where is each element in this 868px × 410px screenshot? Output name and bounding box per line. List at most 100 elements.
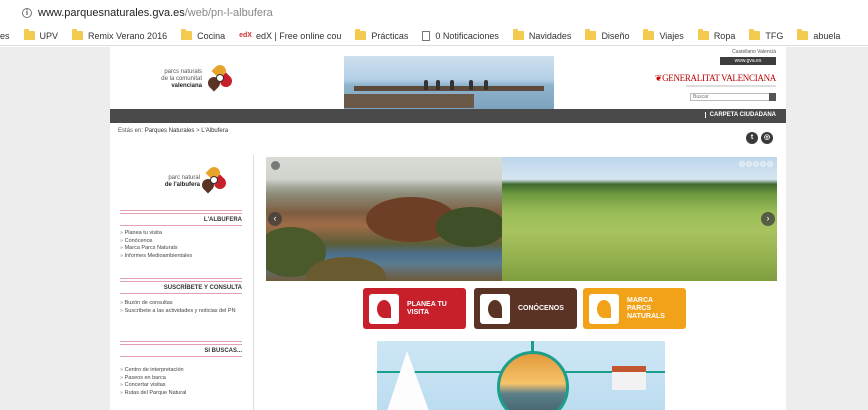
marca-parcs-naturals-button[interactable]: MARCA PARCS NATURALS — [583, 288, 686, 329]
generalitat-logo[interactable]: ❦GENERALITAT VALENCIANA — [655, 73, 776, 84]
section-sibuscas-heading: SI BUSCAS... — [120, 341, 242, 357]
pn-logo-text: parc natural de l'albufera — [144, 175, 200, 189]
bottom-banner[interactable] — [377, 341, 665, 410]
generalitat-text: GENERALITAT VALENCIANA — [662, 73, 776, 83]
barraca-image — [612, 366, 646, 390]
bookmark-label: Remix Verano 2016 — [88, 30, 168, 41]
search-input[interactable] — [690, 93, 770, 101]
gva-link[interactable]: www.gva.es — [720, 57, 776, 65]
folder-icon — [355, 29, 367, 40]
nav-bar: CARPETA CIUDADANA — [110, 109, 786, 123]
sunset-circle-image — [497, 351, 569, 410]
bookmark-item[interactable]: abuela — [797, 29, 841, 41]
link-centro[interactable]: Centro de interpretación — [120, 367, 242, 375]
bookmark-label: Diseño — [601, 30, 630, 41]
search-button[interactable] — [769, 93, 776, 101]
slider-dot[interactable] — [753, 161, 759, 167]
bookmark-item[interactable]: Prácticas — [355, 29, 408, 41]
bookmark-label: es — [0, 30, 10, 41]
logo-text: parcs naturals de la comunitat valencian… — [140, 69, 202, 90]
folder-icon — [643, 29, 655, 40]
folder-icon — [23, 29, 35, 40]
url-text[interactable]: www.parquesnaturales.gva.es/web/pn-l-alb… — [38, 7, 273, 19]
slider-dots[interactable] — [739, 161, 773, 167]
section-sibuscas-links: Centro de interpretación Paseos en barca… — [120, 367, 242, 397]
breadcrumb-separator: > — [196, 128, 200, 134]
bookmark-label: abuela — [813, 30, 841, 41]
info-icon[interactable]: i — [22, 8, 32, 18]
link-rutas[interactable]: Rutas del Parque Natural — [120, 390, 242, 398]
bookmark-label: TFG — [765, 30, 784, 41]
section-albufera-heading: L'ALBUFERA — [120, 210, 242, 226]
bookmark-item[interactable]: es — [0, 31, 10, 41]
slider-dot[interactable] — [767, 161, 773, 167]
link-paseos[interactable]: Paseos en barca — [120, 375, 242, 383]
folder-icon — [512, 29, 524, 40]
planea-tu-visita-button[interactable]: PLANEA TU VISITA — [363, 288, 466, 329]
bookmark-item[interactable]: Ropa — [697, 29, 735, 41]
carpeta-ciudadana-link[interactable]: CARPETA CIUDADANA — [704, 112, 776, 118]
slide-ricefield-image — [502, 157, 777, 281]
flower-icon — [369, 293, 399, 324]
bookmark-item[interactable]: Remix Verano 2016 — [72, 29, 168, 41]
breadcrumb: Estás en: Parques Naturales > L'Albufera — [118, 128, 228, 134]
pause-icon[interactable] — [271, 161, 280, 170]
logo-line1: parcs naturals — [164, 69, 202, 75]
slider-dot[interactable] — [739, 161, 745, 167]
flower-logo-icon — [205, 62, 235, 93]
bookmark-item[interactable]: edX edX | Free online cou — [239, 31, 341, 41]
link-marca[interactable]: Marca Parcs Naturals — [120, 245, 242, 253]
bookmark-item[interactable]: 0 Notificaciones — [422, 30, 499, 41]
slide-lagoon-image — [266, 157, 506, 281]
bookmark-item[interactable]: Diseño — [585, 29, 630, 41]
section-suscribete-heading: SUSCRÍBETE Y CONSULTA — [120, 278, 242, 294]
prev-arrow-icon[interactable]: ‹ — [268, 212, 282, 226]
bookmark-item[interactable]: Navidades — [512, 29, 571, 41]
sailboat-image — [387, 351, 429, 410]
folder-icon — [181, 29, 193, 40]
next-arrow-icon[interactable]: › — [761, 212, 775, 226]
link-concertar[interactable]: Concertar visitas — [120, 382, 242, 390]
bookmark-item[interactable]: Cocina — [181, 29, 226, 41]
conocenos-label: CONÓCENOS — [518, 304, 564, 312]
image-slider[interactable]: ‹ › — [266, 157, 777, 281]
bookmark-item[interactable]: UPV — [23, 29, 58, 41]
logo-line3: valenciana — [171, 83, 202, 89]
link-suscribete[interactable]: Suscríbete a las actividades y noticias … — [120, 308, 242, 316]
pn-line2: de l'albufera — [164, 182, 200, 188]
pn-albufera-logo[interactable]: parc natural de l'albufera — [120, 157, 242, 207]
slider-dot[interactable] — [746, 161, 752, 167]
link-planea[interactable]: Planea tu visita — [120, 230, 242, 238]
instagram-icon[interactable]: ◎ — [761, 132, 773, 144]
link-buzon[interactable]: Buzón de consultas — [120, 300, 242, 308]
edx-icon: edX — [239, 32, 252, 39]
bookmark-label: edX | Free online cou — [255, 30, 342, 41]
link-conocenos[interactable]: Conócenos — [120, 238, 242, 246]
flower-logo-icon — [199, 164, 229, 195]
bookmark-label: 0 Notificaciones — [435, 30, 499, 41]
generalitat-subline — [686, 85, 776, 87]
column-divider — [253, 155, 254, 410]
slider-dot[interactable] — [760, 161, 766, 167]
bookmark-label: Cocina — [197, 30, 226, 41]
sidebar: parc natural de l'albufera L'ALBUFERA Pl… — [120, 157, 242, 410]
parcs-naturals-logo[interactable]: parcs naturals de la comunitat valencian… — [140, 62, 250, 95]
bookmark-label: Viajes — [659, 30, 684, 41]
pn-line1: parc natural — [168, 175, 200, 181]
conocenos-button[interactable]: CONÓCENOS — [474, 288, 577, 329]
section-albufera-links: Planea tu visita Conócenos Marca Parcs N… — [120, 230, 242, 260]
address-bar[interactable]: i www.parquesnaturales.gva.es/web/pn-l-a… — [0, 0, 868, 26]
bookmark-item[interactable]: TFG — [749, 29, 784, 41]
breadcrumb-albufera[interactable]: L'Albufera — [201, 128, 228, 134]
folder-icon — [797, 29, 809, 40]
url-path: /web/pn-l-albufera — [184, 7, 273, 19]
planea-label: PLANEA TU VISITA — [407, 300, 447, 316]
folder-icon — [72, 29, 84, 40]
language-links[interactable]: Castellano Valencià — [732, 49, 776, 55]
folder-icon — [697, 29, 709, 40]
twitter-icon[interactable]: t — [746, 132, 758, 144]
flower-icon — [480, 293, 510, 324]
breadcrumb-parques[interactable]: Parques Naturales — [145, 128, 195, 134]
link-informes[interactable]: Informes Medioambientales — [120, 253, 242, 261]
bookmark-item[interactable]: Viajes — [643, 29, 684, 41]
